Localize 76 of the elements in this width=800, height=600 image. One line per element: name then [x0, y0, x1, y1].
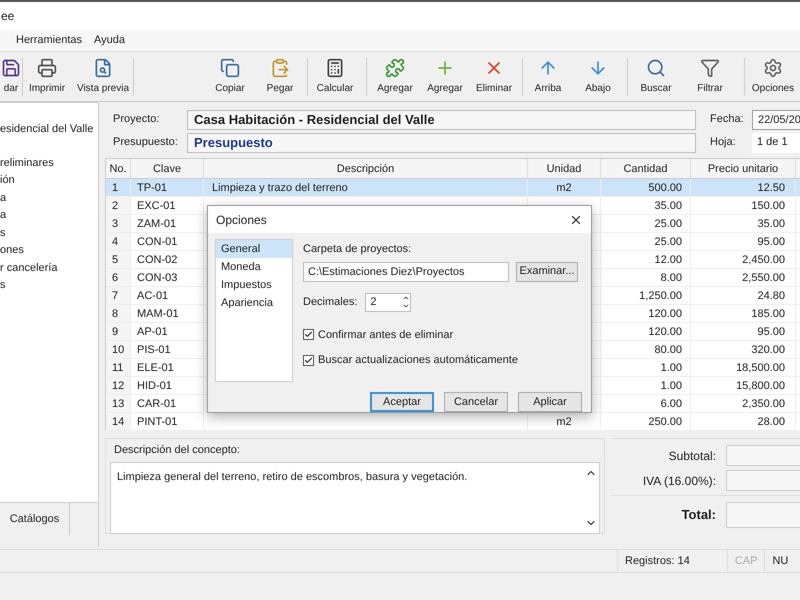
table-cell: 95.00: [691, 323, 796, 340]
table-cell: 18,500.00: [691, 359, 796, 376]
table-cell: 3: [106, 215, 131, 232]
table-cell: 35.00: [601, 197, 691, 214]
table-cell: 10: [106, 341, 131, 358]
table-cell: ELE-01: [131, 359, 204, 376]
table-cell: 1.00: [601, 359, 691, 376]
table-cell: CAR-01: [131, 395, 204, 412]
table-cell: 1: [106, 179, 131, 196]
table-cell: ZAM-01: [131, 215, 204, 232]
table-cell: EXC-01: [131, 197, 204, 214]
table-cell: 24.80: [691, 287, 796, 304]
field-label: Decimales:: [303, 294, 358, 310]
table-cell: 120.00: [601, 323, 691, 340]
table-cell: 2,550.00: [691, 269, 796, 286]
table-cell: 500.00: [601, 179, 691, 196]
status-text: Registros: 14: [617, 550, 697, 572]
table-cell: 80.00: [601, 341, 691, 358]
field-label: Carpeta de proyectos:: [303, 242, 412, 257]
table-cell: 12.00: [601, 251, 691, 268]
section-label: Descripción del concepto:: [113, 443, 241, 458]
checkbox-label: Buscar actualizaciones automáticamente: [318, 353, 518, 368]
table-cell: 320.00: [691, 341, 796, 358]
table-cell: 120.00: [601, 305, 691, 322]
table-cell: TP-01: [131, 179, 204, 196]
field-label: Proyecto:: [113, 112, 160, 127]
table-cell: MAM-01: [131, 305, 204, 322]
field-label: Fecha:: [710, 112, 745, 127]
table-cell: PINT-01: [131, 413, 204, 430]
table-cell: CON-03: [131, 269, 204, 286]
table-cell: m2: [556, 182, 572, 194]
table-cell: 150.00: [691, 197, 796, 214]
table-cell: 15,800.00: [691, 377, 796, 394]
total-label: IVA (16.00%):: [642, 472, 716, 490]
table-cell: PIS-01: [131, 341, 204, 358]
table-cell: 2: [106, 197, 131, 214]
table-cell: 5: [106, 251, 131, 268]
table-cell: m2: [556, 416, 572, 428]
total-label: Total:: [680, 506, 716, 524]
table-cell: 9: [106, 323, 131, 340]
field-label: Hoja:: [710, 135, 737, 150]
table-cell: CON-02: [131, 251, 204, 268]
window-title: ee: [1, 8, 14, 25]
table-cell: CON-01: [131, 233, 204, 250]
table-cell: AC-01: [131, 287, 204, 304]
table-cell: 250.00: [601, 413, 691, 430]
total-label: Subtotal:: [668, 448, 716, 464]
table-cell: 2,450.00: [691, 251, 796, 268]
table-cell: 7: [106, 287, 131, 304]
table-cell: 8.00: [601, 269, 691, 286]
table-cell: 1,250.00: [601, 287, 691, 304]
table-cell: 95.00: [691, 233, 796, 250]
checkbox-label: Confirmar antes de eliminar: [318, 328, 454, 342]
table-cell: 25.00: [601, 233, 691, 250]
table-cell: 6.00: [601, 395, 691, 412]
table-cell: HID-01: [131, 377, 204, 394]
table-cell: 25.00: [601, 215, 691, 232]
table-cell: 185.00: [691, 305, 796, 322]
table-cell: 1.00: [601, 377, 691, 394]
table-cell: 14: [106, 413, 131, 430]
table-cell: 35.00: [691, 215, 796, 232]
table-cell: 12: [106, 377, 131, 394]
status-text: CAP: [726, 550, 764, 572]
status-text: NU: [764, 550, 796, 572]
field-label: Presupuesto:: [113, 135, 179, 150]
table-cell: AP-01: [131, 323, 204, 340]
table-cell: 6: [106, 269, 131, 286]
table-cell: 8: [106, 305, 131, 322]
table-cell: 11: [106, 359, 131, 376]
table-cell: Limpieza y trazo del terreno: [212, 182, 348, 194]
table-cell: 12.50: [691, 179, 796, 196]
table-cell: 2,350.00: [691, 395, 796, 412]
table-cell: 13: [106, 395, 131, 412]
dialog-title: Opciones: [216, 212, 267, 228]
table-cell: 4: [106, 233, 131, 250]
table-cell: 28.00: [691, 413, 796, 430]
